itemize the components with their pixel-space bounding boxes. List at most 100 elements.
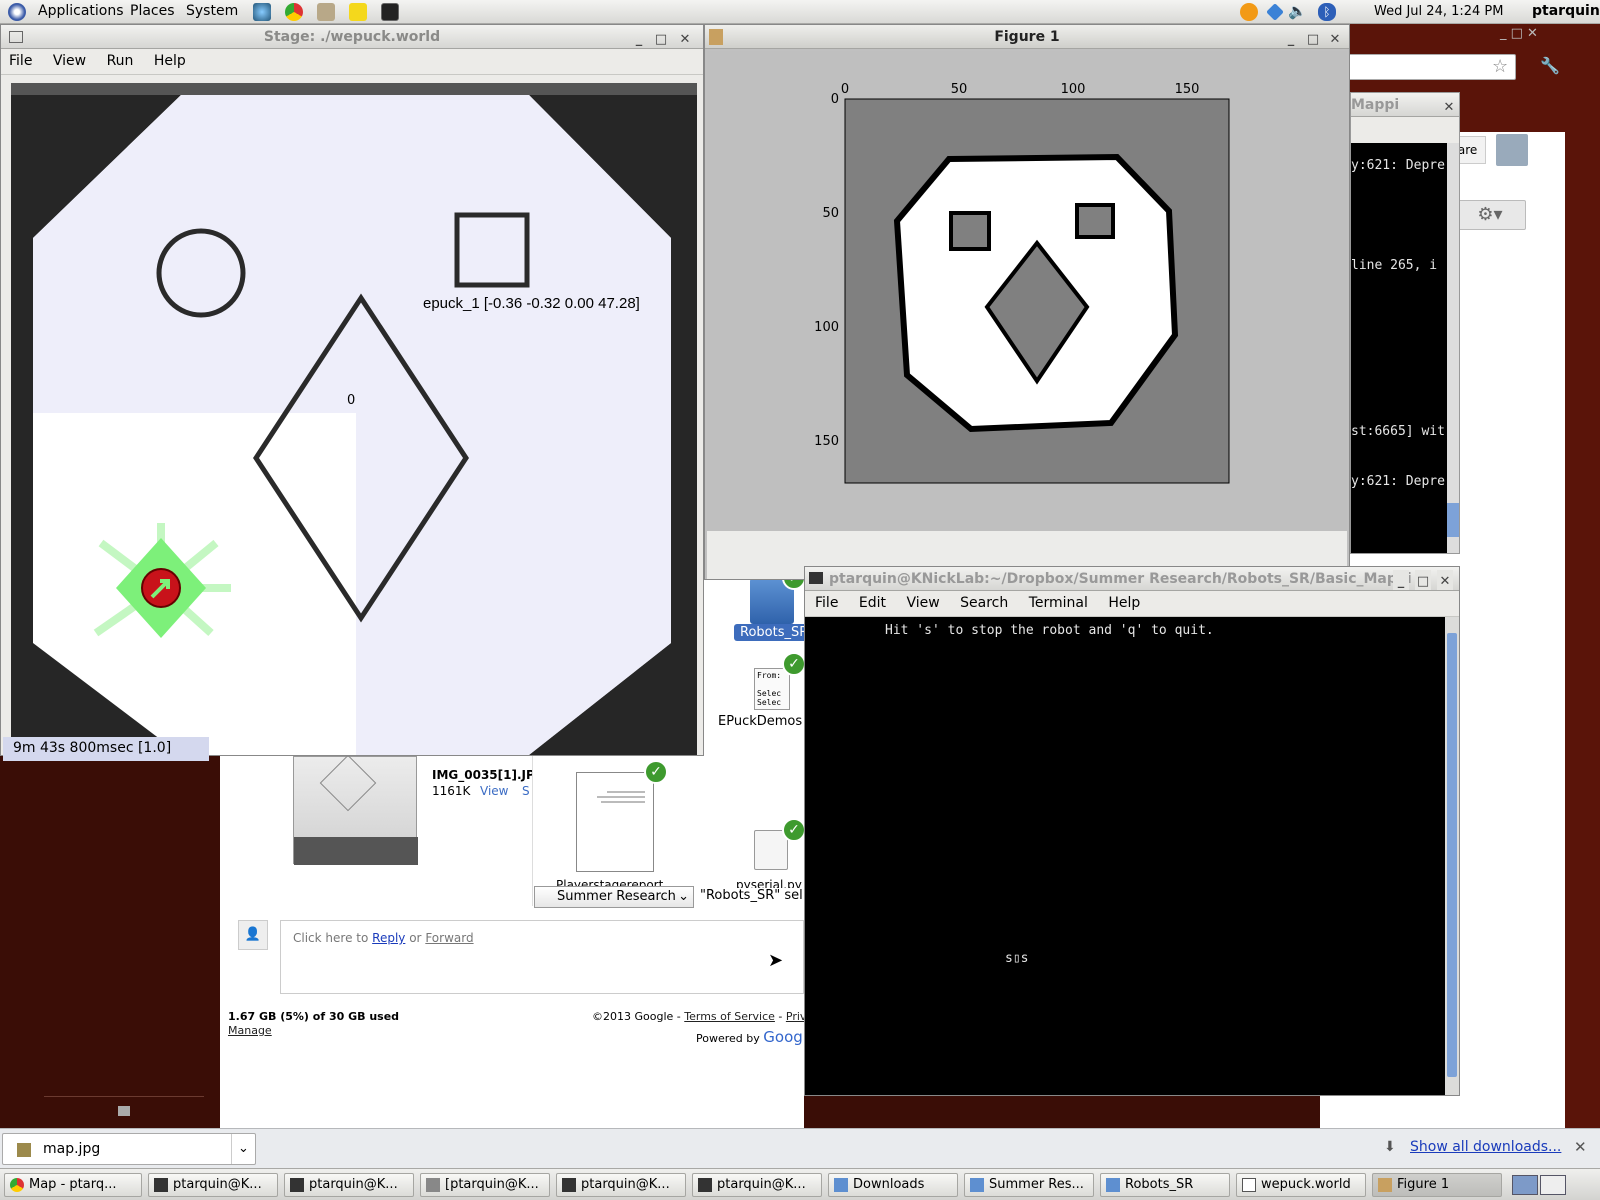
- terminal-icon: [154, 1178, 168, 1192]
- user-menu[interactable]: ptarquin: [1532, 3, 1600, 19]
- places-menu[interactable]: Places: [130, 3, 175, 19]
- minimize-icon[interactable]: _: [1283, 28, 1299, 52]
- task-chrome-map[interactable]: Map - ptarq...: [4, 1173, 142, 1197]
- attachment-thumbnail[interactable]: [293, 754, 418, 865]
- globe-icon[interactable]: [253, 3, 271, 21]
- file-thumb-text-2: Selec: [757, 689, 782, 698]
- stage-menu-help[interactable]: Help: [146, 49, 194, 73]
- task-terminal-1[interactable]: ptarquin@K...: [148, 1173, 278, 1197]
- y-tick-labels: 0 50 100 150: [814, 92, 839, 449]
- terms-link[interactable]: Terms of Service: [684, 1010, 775, 1023]
- reply-prompt: Click here to: [293, 931, 369, 945]
- terminal-launcher-icon[interactable]: [381, 3, 399, 21]
- update-sun-icon[interactable]: [1240, 3, 1258, 21]
- workspace-switcher-2[interactable]: [1540, 1175, 1566, 1195]
- maximize-icon[interactable]: □: [1305, 28, 1321, 52]
- manage-link[interactable]: Manage: [228, 1024, 272, 1037]
- terminal-body[interactable]: Hit 's' to stop the robot and 'q' to qui…: [805, 617, 1445, 1095]
- chevron-down-icon[interactable]: ⌄: [231, 1134, 255, 1164]
- chrome-icon[interactable]: [285, 3, 303, 21]
- matplotlib-window-icon: [709, 29, 723, 45]
- terminal-menu-help[interactable]: Help: [1100, 591, 1148, 615]
- show-all-downloads-link[interactable]: Show all downloads...: [1410, 1139, 1561, 1155]
- right-terminal-body[interactable]: y:621: Depre line 265, i st:6665] wit y:…: [1351, 143, 1447, 553]
- folder-select-dropdown[interactable]: Summer Research ⌄: [534, 886, 694, 908]
- terminal-menu-view[interactable]: View: [898, 591, 947, 615]
- right-terminal-scrollbar[interactable]: [1447, 143, 1459, 553]
- close-icon[interactable]: ✕: [1441, 96, 1457, 116]
- synced-check-icon: ✓: [782, 652, 806, 676]
- dropbox-icon[interactable]: [1266, 3, 1284, 21]
- clock[interactable]: Wed Jul 24, 1:24 PM: [1374, 4, 1503, 19]
- gnome-foot-icon[interactable]: [8, 3, 26, 21]
- volume-icon[interactable]: 🔈: [1288, 2, 1307, 20]
- terminal-menu-search[interactable]: Search: [952, 591, 1016, 615]
- terminal-menu-file[interactable]: File: [807, 591, 846, 615]
- minimize-icon[interactable]: _: [1393, 570, 1409, 590]
- stage-menu-run[interactable]: Run: [99, 49, 142, 73]
- epuckdemos-label[interactable]: EPuckDemos: [718, 714, 802, 729]
- task-robots-sr[interactable]: Robots_SR: [1100, 1173, 1230, 1197]
- task-wepuck-world[interactable]: wepuck.world: [1236, 1173, 1366, 1197]
- terminal-menu-edit[interactable]: Edit: [851, 591, 894, 615]
- thumb-floor: [294, 837, 418, 865]
- close-icon[interactable]: ✕: [1574, 1138, 1587, 1156]
- avatar[interactable]: [1496, 134, 1528, 166]
- attachment-share-link[interactable]: S: [522, 784, 530, 798]
- minimize-icon[interactable]: _: [631, 28, 647, 52]
- forward-link[interactable]: Forward: [425, 931, 473, 945]
- notes-icon[interactable]: [349, 3, 367, 21]
- task-terminal-2[interactable]: ptarquin@K...: [284, 1173, 414, 1197]
- scroll-thumb[interactable]: [1447, 633, 1457, 1077]
- reply-box[interactable]: Click here to Reply or Forward: [280, 920, 804, 994]
- maximize-icon[interactable]: □: [1415, 570, 1431, 590]
- maximize-icon[interactable]: □: [653, 28, 669, 52]
- figure-title: Figure 1: [994, 29, 1060, 45]
- download-item[interactable]: map.jpg ⌄: [2, 1133, 256, 1165]
- system-menu[interactable]: System: [186, 3, 238, 19]
- attachment-size: 1161K: [432, 784, 471, 798]
- attachment-view-link[interactable]: View: [480, 784, 508, 798]
- chat-icon[interactable]: [118, 1106, 130, 1116]
- stage-canvas[interactable]: epuck_1 [-0.36 -0.32 0.00 47.28] 0: [11, 83, 697, 755]
- task-terminal-4[interactable]: ptarquin@K...: [556, 1173, 686, 1197]
- pyserial-label[interactable]: pyserial.py: [736, 878, 802, 888]
- close-icon[interactable]: ✕: [1437, 570, 1453, 590]
- reply-link[interactable]: Reply: [372, 931, 405, 945]
- wrench-icon[interactable]: 🔧: [1540, 56, 1560, 75]
- y-tick: 50: [822, 206, 839, 221]
- stage-menu-view[interactable]: View: [45, 49, 94, 73]
- stage-menu-file[interactable]: File: [1, 49, 40, 73]
- task-summer-research[interactable]: Summer Res...: [964, 1173, 1094, 1197]
- task-terminal-3[interactable]: [ptarquin@K...: [420, 1173, 550, 1197]
- right-terminal-titlebar: Mappi ✕: [1351, 93, 1459, 117]
- file-thumb-text-3: Selec: [757, 698, 782, 707]
- bookmark-star-icon[interactable]: ☆: [1492, 56, 1508, 77]
- terminal-menu-terminal[interactable]: Terminal: [1021, 591, 1096, 615]
- robots-sr-folder-label[interactable]: Robots_SR: [734, 624, 815, 641]
- task-figure-1[interactable]: Figure 1: [1372, 1173, 1502, 1197]
- document-thumbnail[interactable]: [576, 772, 654, 872]
- task-label: Downloads: [853, 1177, 925, 1192]
- close-icon[interactable]: ✕: [677, 28, 693, 52]
- stage-top-bar: [11, 83, 697, 95]
- doc-line: [607, 791, 645, 793]
- settings-gear-button[interactable]: ⚙▾: [1454, 200, 1526, 230]
- bluetooth-icon[interactable]: ᛒ: [1318, 3, 1336, 21]
- privacy-link[interactable]: Privacy: [786, 1010, 804, 1023]
- footer-links: ©2013 Google - Terms of Service - Privac…: [592, 1010, 804, 1023]
- applications-menu[interactable]: Applications: [38, 3, 124, 19]
- x-tick: 150: [1175, 82, 1200, 97]
- scroll-thumb[interactable]: [1447, 503, 1459, 537]
- workspace-switcher[interactable]: [1512, 1175, 1538, 1195]
- close-icon[interactable]: ✕: [1327, 28, 1343, 52]
- figure-canvas[interactable]: 0 50 100 150 0 50 100 150: [707, 51, 1347, 531]
- file-manager-icon[interactable]: [317, 3, 335, 21]
- selected-note: "Robots_SR" sel: [700, 888, 803, 903]
- figure-window: Figure 1 _ □ ✕ 0 50 100 150 0 50 100 150: [704, 24, 1350, 580]
- download-file-name: map.jpg: [43, 1141, 101, 1157]
- text-file-icon[interactable]: From: Selec Selec: [754, 668, 790, 710]
- task-terminal-5[interactable]: ptarquin@K...: [692, 1173, 822, 1197]
- terminal-scrollbar[interactable]: [1445, 617, 1459, 1095]
- task-downloads[interactable]: Downloads: [828, 1173, 958, 1197]
